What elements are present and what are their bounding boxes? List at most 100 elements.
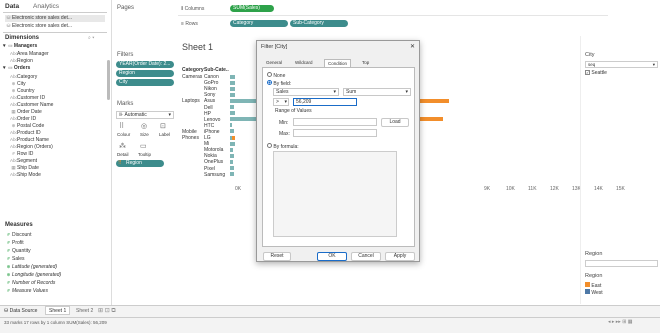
dimension-item[interactable]: Abc Order ID — [10, 115, 105, 122]
bar-west[interactable] — [230, 74, 235, 79]
max-input[interactable] — [293, 129, 377, 137]
ok-button[interactable]: OK — [317, 252, 347, 261]
legend-east[interactable]: East — [585, 282, 601, 289]
new-sheet-icon[interactable]: ⊞ ⊡ ⧉ — [98, 307, 116, 315]
measure-item[interactable]: # Quantity — [5, 247, 105, 254]
data-source-tab[interactable]: ⛁ Data Source — [4, 308, 37, 314]
dimension-item[interactable]: ⊕ Country — [10, 87, 105, 94]
dimension-item[interactable]: Abc Customer ID — [10, 94, 105, 101]
formula-editor[interactable] — [273, 151, 397, 237]
managers-folder[interactable]: ▾ ▭Managers — [3, 43, 37, 49]
measure-item[interactable]: # Measure Values — [5, 287, 105, 294]
load-button[interactable]: Load — [381, 118, 409, 127]
dimension-item[interactable]: ⊕ Postal Code — [10, 122, 105, 129]
bar-west[interactable] — [230, 135, 232, 140]
dimension-item[interactable]: Abc Area Manager — [10, 50, 105, 57]
dimension-item[interactable]: ▦ Order Date — [10, 108, 105, 115]
bar-west[interactable] — [230, 129, 235, 134]
dimension-item[interactable]: Abc Product Name — [10, 136, 105, 143]
detail-button[interactable]: Detail — [117, 152, 129, 157]
bar-west[interactable] — [230, 86, 235, 91]
bar-west[interactable] — [230, 141, 235, 146]
bar-west[interactable] — [230, 153, 234, 158]
category-label: Laptops — [182, 98, 200, 105]
measure-item[interactable]: ⊕ Longitude (generated) — [5, 271, 105, 278]
measure-item[interactable]: # Discount — [5, 231, 105, 238]
size-icon[interactable]: ◎ — [141, 122, 147, 130]
bar-west[interactable] — [230, 111, 235, 116]
bar-west[interactable] — [230, 147, 233, 152]
region-filter-input[interactable] — [585, 260, 658, 267]
measure-item[interactable]: # Number of Records — [5, 279, 105, 286]
orders-folder[interactable]: ▾ ▭Orders — [3, 65, 30, 71]
legend-west[interactable]: West — [585, 289, 603, 296]
dimension-item[interactable]: Abc Region (Orders) — [10, 143, 105, 150]
dimension-item[interactable]: Abc Ship Mode — [10, 171, 105, 178]
bar-west[interactable] — [230, 123, 233, 128]
rows-pill-category[interactable]: Category — [230, 20, 288, 27]
subcategory-label: Dell — [204, 104, 213, 111]
navigation-icons[interactable]: ◂ ▸ ▸▸ ⊞ ▦ — [608, 319, 633, 325]
search-icon[interactable]: ⌕ ▾ — [88, 35, 94, 41]
operator-select[interactable]: > ▾ — [273, 98, 289, 106]
size-button[interactable]: Size — [140, 132, 149, 137]
scrollbar[interactable] — [107, 60, 110, 100]
measure-item[interactable]: # Sales — [5, 255, 105, 262]
colour-button[interactable]: Colour — [117, 132, 130, 137]
value-input[interactable]: 56,209 — [293, 98, 357, 106]
label-icon[interactable]: ⊡ — [160, 122, 166, 130]
bar-west[interactable] — [230, 166, 235, 170]
measure-item[interactable]: ⊕ Latitude (generated) — [5, 263, 105, 270]
dimension-item[interactable]: Abc Product ID — [10, 129, 105, 136]
colour-icon[interactable]: ⠿ — [119, 122, 124, 130]
bar-west[interactable] — [230, 159, 234, 164]
tooltip-button[interactable]: Tooltip — [138, 152, 151, 157]
tab-condition[interactable]: Condition — [324, 59, 352, 67]
bar-west[interactable] — [230, 172, 235, 177]
none-radio[interactable]: None — [267, 72, 285, 79]
bar-west[interactable] — [230, 92, 235, 97]
region-colour-pill[interactable]: ⠿ Region — [116, 160, 164, 167]
bar-west[interactable] — [230, 80, 235, 85]
dialog-title: Filter [City] — [261, 44, 288, 50]
columns-pill-sales[interactable]: SUM(Sales) — [230, 5, 274, 12]
field-select[interactable]: Sales ▾ — [273, 88, 339, 96]
cancel-button[interactable]: Cancel — [351, 252, 381, 261]
measure-item[interactable]: # Profit — [5, 239, 105, 246]
mark-type-select[interactable]: ⊪ Automatic ▾ — [116, 111, 174, 119]
dimension-item[interactable]: Abc Region — [10, 57, 105, 64]
by-field-radio[interactable]: By field: — [267, 80, 291, 87]
analytics-tab[interactable]: Analytics — [33, 3, 59, 10]
sheet-tab-2[interactable]: Sheet 2 — [76, 308, 93, 314]
filter-pill-city[interactable]: City — [116, 79, 174, 86]
dimension-item[interactable]: Abc Category — [10, 73, 105, 80]
source-2[interactable]: ⛁ Electronic store sales det... — [5, 23, 72, 29]
aggregation-select[interactable]: Sum ▾ — [343, 88, 411, 96]
min-input[interactable] — [293, 118, 377, 126]
data-tab[interactable]: Data — [5, 3, 19, 10]
city-option-seattle[interactable]: ✓ Seattle — [585, 70, 607, 76]
bar-west[interactable] — [230, 105, 234, 109]
dimension-item[interactable]: # Row ID — [10, 150, 105, 157]
city-search-input[interactable]: seq ▾ — [585, 61, 658, 68]
checkbox-icon: ✓ — [585, 70, 590, 75]
tab-top[interactable]: Top — [359, 59, 372, 67]
tab-wildcard[interactable]: Wildcard — [292, 59, 316, 67]
sheet-tab-1[interactable]: Sheet 1 — [45, 306, 71, 315]
dimension-item[interactable]: ⊕ City — [10, 80, 105, 87]
dimension-item[interactable]: Abc Customer Name — [10, 101, 105, 108]
dimension-item[interactable]: ▦ Ship Date — [10, 164, 105, 171]
source-1[interactable]: ⛁ Electronic store sales det... — [5, 15, 105, 22]
reset-button[interactable]: Reset — [263, 252, 291, 261]
label-button[interactable]: Label — [159, 132, 170, 137]
tooltip-icon[interactable]: ▭ — [140, 142, 147, 150]
by-formula-radio[interactable]: By formula: — [267, 143, 299, 150]
apply-button[interactable]: Apply — [385, 252, 415, 261]
filter-pill-year[interactable]: YEAR(Order Date): 2... — [116, 61, 174, 68]
filter-pill-region[interactable]: Region — [116, 70, 174, 77]
close-icon[interactable]: ✕ — [410, 43, 415, 50]
rows-pill-subcategory[interactable]: Sub-Category — [290, 20, 348, 27]
detail-icon[interactable]: ⁂ — [119, 142, 126, 150]
tab-general[interactable]: General — [263, 59, 285, 67]
dimension-item[interactable]: Abc Segment — [10, 157, 105, 164]
